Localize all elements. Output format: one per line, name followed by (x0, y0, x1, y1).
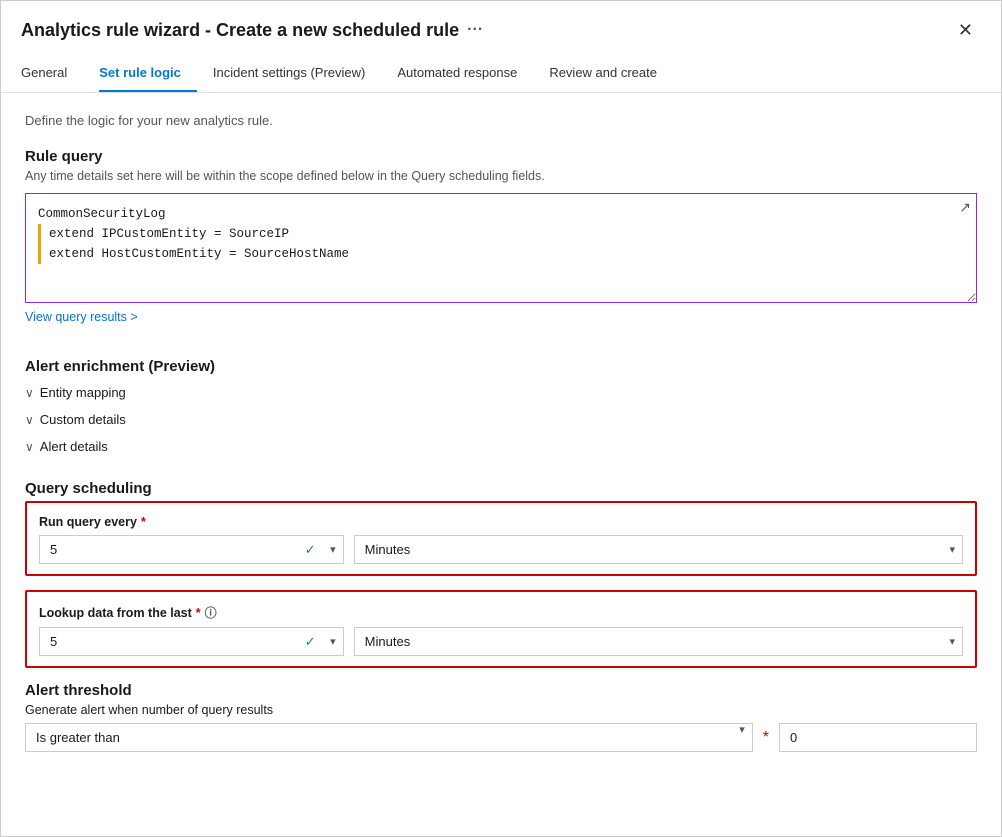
lookup-data-unit-wrapper: Minutes Hours Days ▾ (354, 627, 963, 656)
run-query-unit-wrapper: Minutes Hours Days ▾ (354, 535, 963, 564)
threshold-value-input[interactable] (779, 723, 977, 752)
analytics-rule-wizard-dialog: Analytics rule wizard - Create a new sch… (0, 0, 1002, 837)
alert-details-arrow: ∨ (25, 440, 34, 454)
custom-details-arrow: ∨ (25, 413, 34, 427)
lookup-data-label: Lookup data from the last * ⓘ (39, 604, 963, 621)
view-query-results-link[interactable]: View query results > (25, 310, 138, 324)
rule-query-section: Rule query Any time details set here wil… (25, 148, 977, 348)
threshold-operator-select[interactable]: Is greater than Is less than Is equal to (25, 723, 753, 752)
expand-icon[interactable]: ↗ (959, 199, 971, 216)
run-query-label: Run query every * (39, 515, 963, 529)
custom-details-label: Custom details (40, 412, 126, 427)
tab-review-create[interactable]: Review and create (549, 55, 673, 92)
close-icon: ✕ (958, 20, 973, 40)
query-line-2: extend IPCustomEntity = SourceIP (38, 224, 964, 244)
query-bar-2 (38, 244, 41, 264)
page-subtitle: Define the logic for your new analytics … (25, 113, 977, 128)
query-line-1: CommonSecurityLog (38, 204, 964, 224)
threshold-value-group: * (763, 723, 977, 752)
threshold-operator-wrapper: Is greater than Is less than Is equal to… (25, 723, 753, 752)
main-content: Define the logic for your new analytics … (1, 93, 1001, 836)
run-query-field-group: Run query every * 5 10 15 30 ✓ ▾ (25, 501, 977, 576)
query-text-2: extend IPCustomEntity = SourceIP (49, 224, 289, 244)
entity-mapping-row[interactable]: ∨ Entity mapping (25, 379, 977, 406)
rule-query-description: Any time details set here will be within… (25, 169, 977, 183)
alert-threshold-title: Alert threshold (25, 682, 977, 699)
lookup-data-value-select[interactable]: 5 10 15 30 (39, 627, 344, 656)
query-text-1: CommonSecurityLog (38, 204, 166, 224)
threshold-description: Generate alert when number of query resu… (25, 703, 977, 717)
tab-general[interactable]: General (21, 55, 83, 92)
alert-details-row[interactable]: ∨ Alert details (25, 433, 977, 460)
close-button[interactable]: ✕ (950, 17, 981, 43)
lookup-data-field-group: Lookup data from the last * ⓘ 5 10 15 30… (25, 590, 977, 668)
run-query-value-wrapper: 5 10 15 30 ✓ ▾ (39, 535, 344, 564)
lookup-data-value-wrapper: 5 10 15 30 ✓ ▾ (39, 627, 344, 656)
query-scheduling-title: Query scheduling (25, 480, 977, 497)
query-box-wrapper: ↗ CommonSecurityLog extend IPCustomEntit… (25, 193, 977, 303)
run-query-required-star: * (141, 515, 146, 529)
tab-automated-response[interactable]: Automated response (397, 55, 533, 92)
threshold-row: Is greater than Is less than Is equal to… (25, 723, 977, 752)
tab-bar: General Set rule logic Incident settings… (1, 55, 1001, 93)
query-editor[interactable]: CommonSecurityLog extend IPCustomEntity … (25, 193, 977, 303)
query-text-3: extend HostCustomEntity = SourceHostName (49, 244, 349, 264)
tab-set-rule-logic[interactable]: Set rule logic (99, 55, 197, 92)
query-line-3: extend HostCustomEntity = SourceHostName (38, 244, 964, 264)
dialog-header: Analytics rule wizard - Create a new sch… (1, 1, 1001, 43)
run-query-value-select[interactable]: 5 10 15 30 (39, 535, 344, 564)
rule-query-title: Rule query (25, 148, 977, 165)
threshold-input-wrapper (779, 723, 977, 752)
title-text: Analytics rule wizard - Create a new sch… (21, 20, 459, 41)
alert-details-label: Alert details (40, 439, 108, 454)
lookup-data-info-icon: ⓘ (205, 604, 217, 621)
lookup-data-unit-select[interactable]: Minutes Hours Days (354, 627, 963, 656)
dialog-title: Analytics rule wizard - Create a new sch… (21, 20, 483, 41)
alert-threshold-section: Alert threshold Generate alert when numb… (25, 682, 977, 752)
lookup-data-field-row: 5 10 15 30 ✓ ▾ Minutes Hours Days (39, 627, 963, 656)
tab-incident-settings[interactable]: Incident settings (Preview) (213, 55, 381, 92)
query-bar-1 (38, 224, 41, 244)
run-query-field-row: 5 10 15 30 ✓ ▾ Minutes Hours Days (39, 535, 963, 564)
run-query-unit-select[interactable]: Minutes Hours Days (354, 535, 963, 564)
alert-enrichment-section: Alert enrichment (Preview) ∨ Entity mapp… (25, 358, 977, 460)
ellipsis-menu[interactable]: ··· (467, 21, 483, 39)
threshold-required-star: * (763, 729, 769, 747)
entity-mapping-label: Entity mapping (40, 385, 126, 400)
lookup-data-required-star: * (196, 606, 201, 620)
entity-mapping-arrow: ∨ (25, 386, 34, 400)
alert-enrichment-title: Alert enrichment (Preview) (25, 358, 977, 375)
query-scheduling-section: Query scheduling Run query every * 5 10 … (25, 480, 977, 668)
custom-details-row[interactable]: ∨ Custom details (25, 406, 977, 433)
